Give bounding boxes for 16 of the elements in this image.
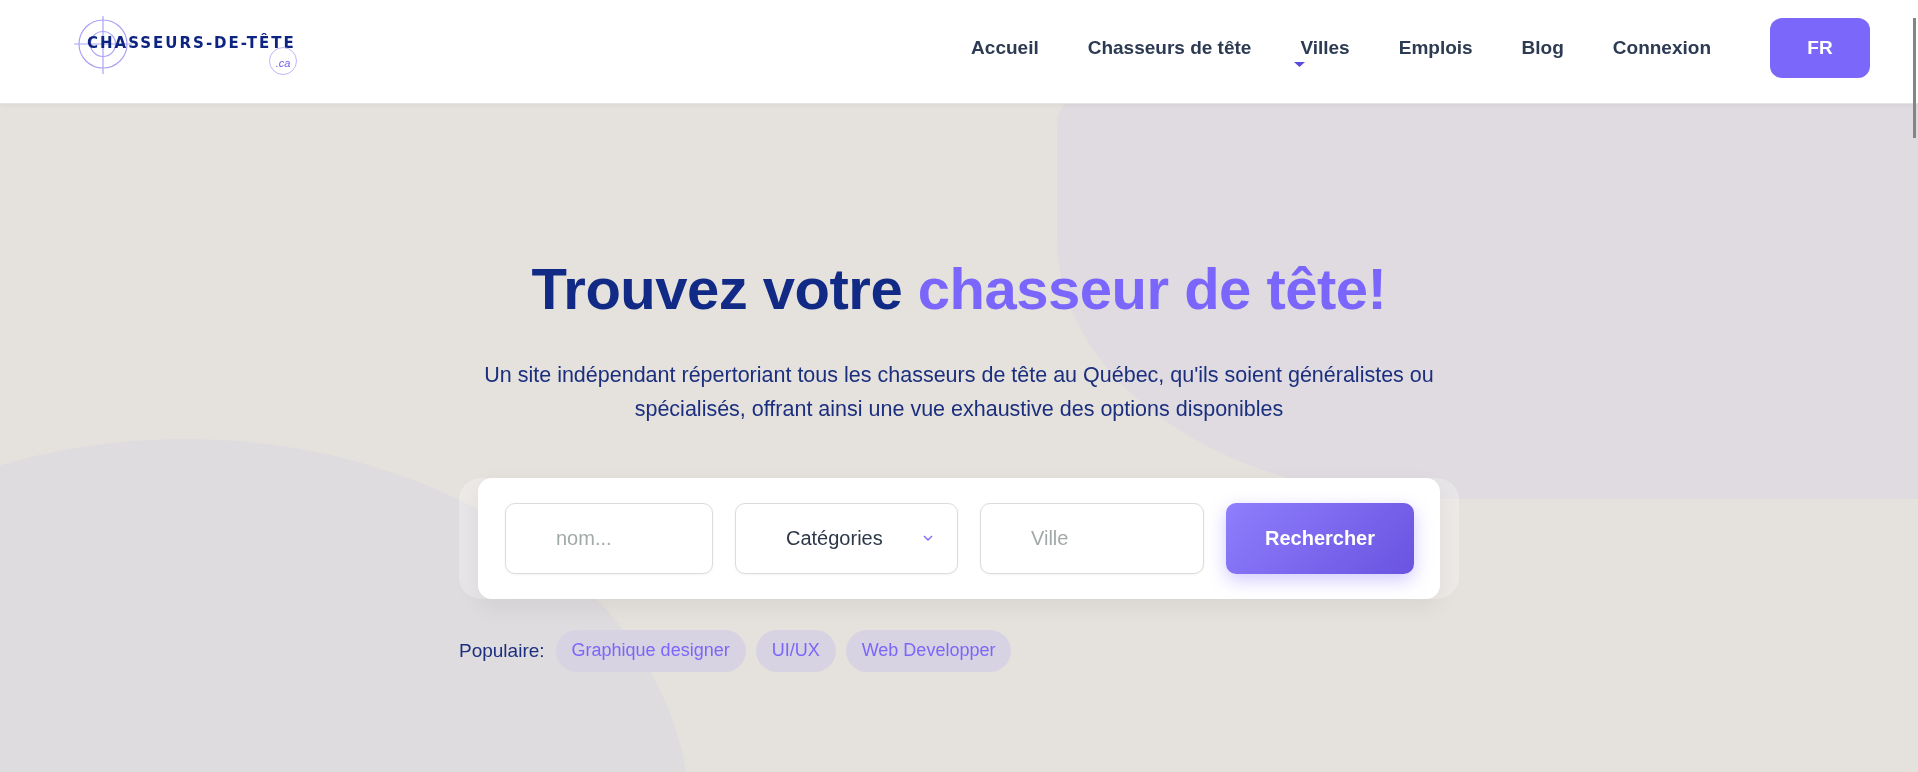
nav-link[interactable]: Villes: [1300, 37, 1350, 59]
nav-link[interactable]: Blog: [1521, 37, 1564, 59]
hero-subtitle: Un site indépendant répertoriant tous les chasseurs de tête au Québec, qu'ils soient généralistes ou spécialisés, offrant ainsi une vue exhaustive des options disponibles: [483, 361, 1435, 423]
name-field[interactable]: nom...: [505, 502, 713, 574]
category-select[interactable]: Catégories: [735, 502, 958, 574]
nav-link[interactable]: Accueil: [971, 37, 1039, 59]
chevron-down-icon: [923, 535, 933, 542]
popular-label: Populaire:: [459, 639, 545, 662]
nav-link[interactable]: Chasseurs de tête: [1087, 37, 1252, 59]
nav-link[interactable]: Connexion: [1612, 37, 1711, 59]
scrollbar-thumb[interactable]: [1913, 18, 1916, 138]
hero-title: Trouvez votre chasseur de tête!: [531, 256, 1387, 323]
nav-link[interactable]: Emplois: [1398, 37, 1473, 59]
language-button[interactable]: FR: [1770, 18, 1870, 78]
city-field[interactable]: Ville: [980, 502, 1204, 574]
search-button[interactable]: Rechercher: [1226, 502, 1414, 574]
